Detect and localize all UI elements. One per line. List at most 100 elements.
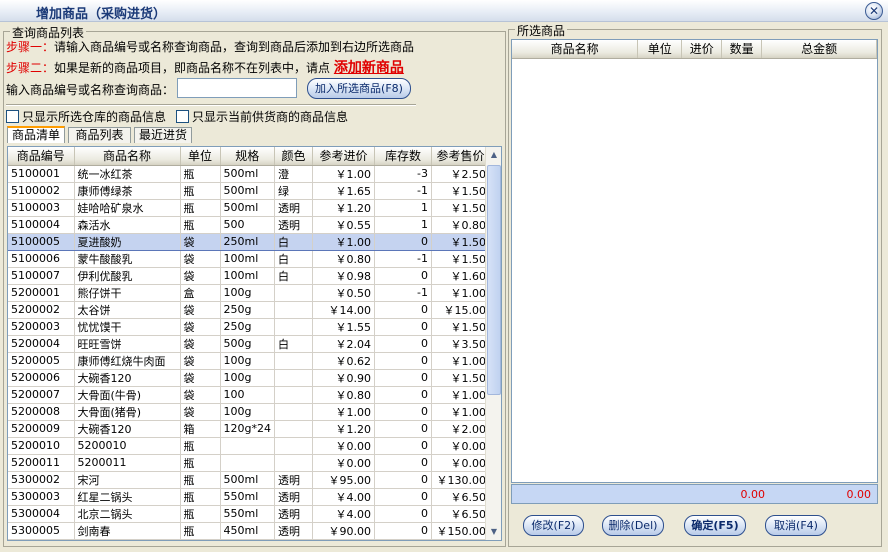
- table-cell: -1: [374, 284, 432, 302]
- table-cell: 550ml: [220, 488, 275, 506]
- table-cell: 透明: [274, 216, 313, 234]
- column-header[interactable]: 商品名称: [74, 147, 181, 166]
- table-row[interactable]: 5200002 太谷饼袋 250g ￥14.00 0 ￥15.00: [8, 301, 490, 319]
- tab-product-inventory[interactable]: 商品清单: [7, 126, 65, 143]
- table-row[interactable]: 5100005 夏进酸奶袋 250ml 白 ￥1.00 0 ￥1.50: [8, 232, 490, 251]
- checkbox-box[interactable]: [6, 110, 19, 123]
- column-header[interactable]: 数量: [721, 40, 763, 59]
- column-header[interactable]: 商品编号: [8, 147, 75, 166]
- table-cell: 娃哈哈矿泉水: [74, 199, 181, 217]
- window-title: 增加商品（采购进货）: [36, 7, 167, 22]
- column-header[interactable]: 库存数: [374, 147, 432, 166]
- confirm-button[interactable]: 确定(F5): [684, 515, 746, 536]
- table-cell: 瓶: [180, 454, 221, 472]
- table-cell: 5200001: [8, 284, 75, 302]
- table-cell: 0: [374, 522, 432, 540]
- table-row[interactable]: 5100004 森活水瓶 500 透明 ￥0.55 1 ￥0.80: [8, 216, 490, 234]
- table-cell: ￥0.00: [312, 454, 375, 472]
- table-row[interactable]: 5300005 剑南春瓶 450ml 透明 ￥90.00 0 ￥150.00: [8, 522, 490, 540]
- table-row[interactable]: 5200005 康师傅红烧牛肉面袋 100g ￥0.62 0 ￥1.00: [8, 352, 490, 370]
- selected-grid: 商品名称 单位 进价 数量 总金额: [511, 39, 878, 483]
- table-row[interactable]: 5200004 旺旺雪饼袋 500g 白 ￥2.04 0 ￥3.50: [8, 335, 490, 353]
- table-row[interactable]: 5100001 统一冰红茶瓶 500ml 澄 ￥1.00 -3 ￥2.50: [8, 165, 490, 183]
- table-cell: 5200010: [74, 437, 181, 455]
- table-cell: 5100001: [8, 165, 75, 183]
- add-new-product-link[interactable]: 添加新商品: [334, 60, 404, 76]
- table-cell: 瓶: [180, 216, 221, 234]
- column-header[interactable]: 单位: [637, 40, 683, 59]
- table-row[interactable]: 5300002 宋河瓶 500ml 透明 ￥95.00 0 ￥130.00: [8, 471, 490, 489]
- table-cell: 康师傅红烧牛肉面: [74, 352, 181, 370]
- table-cell: 红星二锅头: [74, 488, 181, 506]
- delete-button[interactable]: 删除(Del): [602, 515, 664, 536]
- table-cell: ￥90.00: [312, 522, 375, 540]
- table-row[interactable]: 5200003 忧忧馍干袋 250g ￥1.55 0 ￥1.50: [8, 318, 490, 336]
- column-header[interactable]: 商品名称: [512, 40, 639, 59]
- table-row[interactable]: 5100007 伊利优酸乳袋 100ml 白 ￥0.98 0 ￥1.60: [8, 267, 490, 285]
- column-header[interactable]: 总金额: [761, 40, 877, 59]
- add-selected-button[interactable]: 加入所选商品(F8): [307, 78, 411, 99]
- vertical-scrollbar[interactable]: ▲ ▼: [485, 147, 501, 540]
- table-row[interactable]: 5200007 大骨面(牛骨) 袋 100 ￥0.80 0 ￥1.00: [8, 386, 490, 404]
- table-cell: 5300002: [8, 471, 75, 489]
- table-cell: ￥0.98: [312, 267, 375, 285]
- column-header[interactable]: 参考进价: [312, 147, 375, 166]
- table-cell: ￥1.50: [431, 199, 490, 217]
- table-cell: 袋: [180, 250, 221, 268]
- step-one-text: 请输入商品编号或名称查询商品，查询到商品后添加到右边所选商品: [54, 40, 415, 54]
- table-cell: 0: [374, 386, 432, 404]
- table-cell: 宋河: [74, 471, 181, 489]
- tab-recent-purchases[interactable]: 最近进货: [134, 127, 192, 143]
- table-cell: 500g: [220, 335, 275, 353]
- table-cell: [274, 369, 313, 387]
- table-row[interactable]: 5100006 蒙牛酸酸乳袋 100ml 白 ￥0.80 -1 ￥1.50: [8, 250, 490, 268]
- table-cell: 0: [374, 471, 432, 489]
- table-cell: 箱: [180, 420, 221, 438]
- supplier-filter-checkbox[interactable]: 只显示当前供货商的商品信息: [176, 108, 348, 125]
- tab-product-list[interactable]: 商品列表: [68, 127, 131, 143]
- column-header[interactable]: 参考售价: [431, 147, 490, 166]
- supplier-filter-label: 只显示当前供货商的商品信息: [192, 110, 349, 124]
- column-header[interactable]: 规格: [220, 147, 275, 166]
- table-row[interactable]: 5200006 大碗香120 袋 100g ￥0.90 0 ￥1.50: [8, 369, 490, 387]
- table-cell: 500ml: [220, 182, 275, 200]
- table-cell: 5200011: [74, 454, 181, 472]
- warehouse-filter-checkbox[interactable]: 只显示所选仓库的商品信息: [6, 108, 166, 125]
- product-table-header: 商品编号 商品名称 单位 规格 颜色 参考进价 库存数 参考售价: [8, 147, 490, 166]
- table-cell: 1: [374, 216, 432, 234]
- table-row[interactable]: 5100003 娃哈哈矿泉水瓶 500ml 透明 ￥1.20 1 ￥1.50: [8, 199, 490, 217]
- table-row[interactable]: 5200011 5200011 瓶 ￥0.00 0 ￥0.00: [8, 454, 490, 472]
- table-row[interactable]: 5100002 康师傅绿茶瓶 500ml 绿 ￥1.65 -1 ￥1.50: [8, 182, 490, 200]
- checkbox-box[interactable]: [176, 110, 189, 123]
- table-row[interactable]: 5200008 大骨面(猪骨) 袋 100g ￥1.00 0 ￥1.00: [8, 403, 490, 421]
- table-row[interactable]: 5200010 5200010 瓶 ￥0.00 0 ￥0.00: [8, 437, 490, 455]
- table-cell: 袋: [180, 335, 221, 353]
- table-cell: -1: [374, 250, 432, 268]
- table-cell: ￥0.00: [431, 437, 490, 455]
- column-header[interactable]: 颜色: [274, 147, 313, 166]
- table-cell: 250g: [220, 301, 275, 319]
- search-input[interactable]: [177, 78, 297, 98]
- table-cell: 100g: [220, 403, 275, 421]
- table-cell: ￥0.80: [431, 216, 490, 234]
- table-row[interactable]: 5200009 大碗香120 箱 120g*24 ￥1.20 0 ￥2.00: [8, 420, 490, 438]
- scroll-up-icon[interactable]: ▲: [486, 147, 501, 163]
- table-cell: [274, 437, 313, 455]
- table-cell: 袋: [180, 369, 221, 387]
- table-cell: 袋: [180, 301, 221, 319]
- table-cell: ￥1.50: [431, 318, 490, 336]
- table-cell: [220, 437, 275, 455]
- column-header[interactable]: 进价: [681, 40, 723, 59]
- column-header[interactable]: 单位: [180, 147, 221, 166]
- table-row[interactable]: 5300003 红星二锅头瓶 550ml 透明 ￥4.00 0 ￥6.50: [8, 488, 490, 506]
- close-icon[interactable]: ✕: [865, 2, 883, 20]
- table-cell: 450ml: [220, 522, 275, 540]
- scroll-down-icon[interactable]: ▼: [486, 524, 501, 540]
- table-cell: 500ml: [220, 471, 275, 489]
- table-row[interactable]: 5200001 熊仔饼干盒 100g ￥0.50 -1 ￥1.00: [8, 284, 490, 302]
- edit-button[interactable]: 修改(F2): [523, 515, 584, 536]
- scrollbar-thumb[interactable]: [487, 165, 501, 395]
- table-row[interactable]: 5300004 北京二锅头瓶 550ml 透明 ￥4.00 0 ￥6.50: [8, 505, 490, 523]
- table-cell: [274, 454, 313, 472]
- cancel-button[interactable]: 取消(F4): [765, 515, 827, 536]
